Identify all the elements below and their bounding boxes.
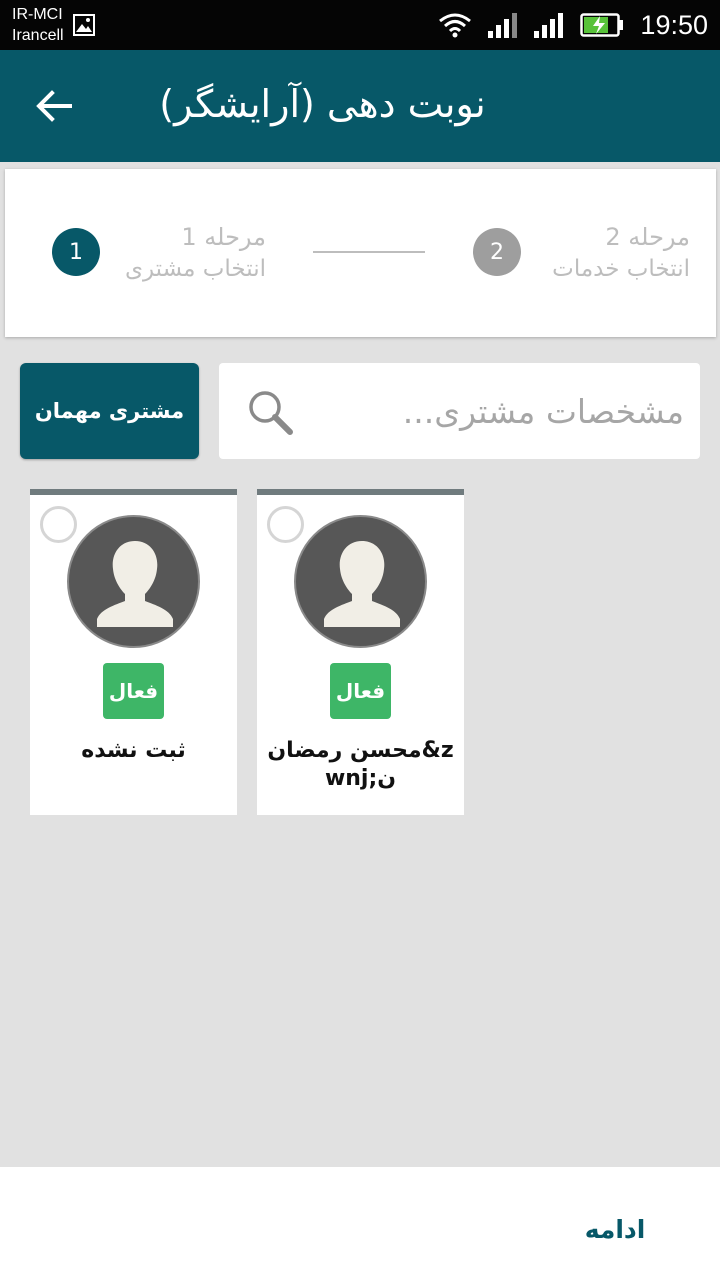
customer-name: محسن رمضان&zwnj;ن — [267, 738, 454, 791]
customer-name: ثبت نشده — [81, 738, 186, 763]
customer-search-input[interactable] — [339, 363, 684, 459]
step-2-indicator: 2 — [473, 228, 521, 276]
arrow-back-icon[interactable] — [34, 86, 74, 126]
continue-button[interactable]: ادامه — [560, 1207, 670, 1251]
step-1-title: مرحله 1 — [181, 223, 266, 251]
gallery-icon — [73, 14, 95, 36]
status-bar: IR-MCI Irancell 19:50 — [0, 0, 720, 50]
guest-customer-button[interactable]: مشتری مهمان — [20, 363, 199, 459]
signal-icon — [534, 13, 564, 38]
step-2-title: مرحله 2 — [605, 223, 690, 251]
customer-card[interactable]: فعال ثبت نشده — [30, 489, 237, 815]
search-box — [219, 363, 700, 459]
search-icon[interactable] — [245, 387, 295, 437]
step-1-text: مرحله 1 انتخاب مشتری — [125, 221, 266, 285]
status-badge: فعال — [103, 663, 164, 719]
person-placeholder-icon — [324, 541, 400, 627]
wifi-icon — [439, 13, 472, 38]
step-2-text: مرحله 2 انتخاب خدمات — [552, 221, 690, 285]
clock: 19:50 — [640, 9, 708, 40]
app-bar: نوبت دهی (آرایشگر) — [0, 50, 720, 162]
step-2-subtitle: انتخاب خدمات — [552, 256, 690, 282]
customer-select-radio[interactable] — [40, 506, 77, 543]
customer-card[interactable]: فعال محسن رمضان&zwnj;ن — [257, 489, 464, 815]
person-placeholder-icon — [97, 541, 173, 627]
avatar — [294, 515, 427, 648]
page-title: نوبت دهی (آرایشگر) — [159, 82, 486, 126]
stepper: 1 مرحله 1 انتخاب مشتری 2 مرحله 2 انتخاب … — [5, 169, 716, 337]
avatar — [67, 515, 200, 648]
step-1-indicator: 1 — [52, 228, 100, 276]
signal-icon — [488, 13, 518, 38]
battery-charging-icon — [580, 13, 624, 37]
carrier-name-primary: IR-MCI — [12, 6, 63, 23]
status-icons: 19:50 — [438, 0, 708, 50]
step-connector — [313, 251, 425, 253]
bottom-action-bar: ادامه — [0, 1167, 720, 1280]
carrier-name-secondary: Irancell — [12, 27, 64, 44]
customer-select-radio[interactable] — [267, 506, 304, 543]
step-1-subtitle: انتخاب مشتری — [124, 256, 266, 282]
status-badge: فعال — [330, 663, 391, 719]
carrier-info: IR-MCI Irancell — [12, 4, 64, 46]
